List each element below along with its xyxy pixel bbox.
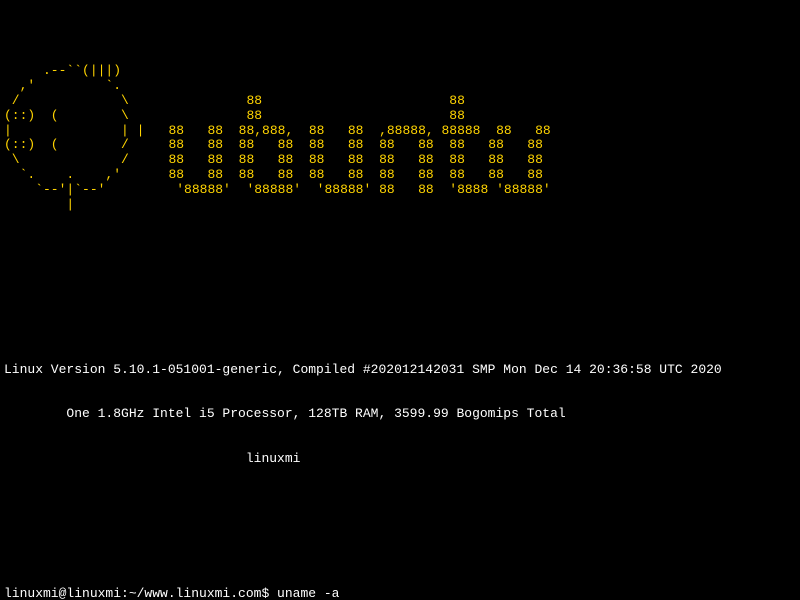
banner-line-2: One 1.8GHz Intel i5 Processor, 128TB RAM… [4,407,796,422]
cmd-uname: uname -a [277,586,339,600]
terminal-window[interactable]: .--``(|||) ,' `. / \ (::) ( \ | | | (::)… [0,0,800,600]
shell-prompt: linuxmi@linuxmi:~/www.linuxmi.com$ [4,586,277,600]
banner-line-3: linuxmi [4,452,796,467]
prompt-line-uname[interactable]: linuxmi@linuxmi:~/www.linuxmi.com$ uname… [4,587,796,600]
ascii-banner: .--``(|||) ,' `. / \ (::) ( \ | | | (::)… [4,64,796,213]
ascii-logo-right: 88 88 88 88 88 88 88,888, 88 88 ,88888, … [144,64,550,213]
banner-line-1: Linux Version 5.10.1-051001-generic, Com… [4,363,796,378]
ascii-logo-left: .--``(|||) ,' `. / \ (::) ( \ | | | (::)… [4,64,144,213]
